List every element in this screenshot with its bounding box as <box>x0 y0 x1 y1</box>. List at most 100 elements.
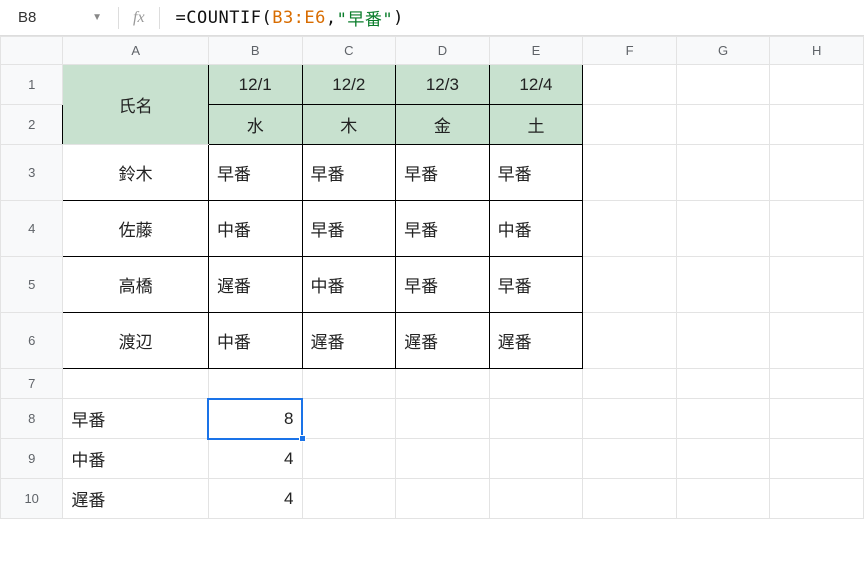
row-header-1[interactable]: 1 <box>1 65 63 105</box>
cell-B3[interactable]: 早番 <box>208 145 302 201</box>
cell-H10[interactable] <box>770 479 864 519</box>
cell-A5[interactable]: 高橋 <box>63 257 209 313</box>
cell-F1[interactable] <box>583 65 677 105</box>
col-header-A[interactable]: A <box>63 37 209 65</box>
cell-F8[interactable] <box>583 399 677 439</box>
col-header-G[interactable]: G <box>676 37 770 65</box>
cell-E4[interactable]: 中番 <box>489 201 583 257</box>
cell-H3[interactable] <box>770 145 864 201</box>
cell-B10[interactable]: 4 <box>208 479 302 519</box>
cell-E3[interactable]: 早番 <box>489 145 583 201</box>
cell-F4[interactable] <box>583 201 677 257</box>
cell-E9[interactable] <box>489 439 583 479</box>
cell-E1[interactable]: 12/4 <box>489 65 583 105</box>
cell-B5[interactable]: 遅番 <box>208 257 302 313</box>
cell-E6[interactable]: 遅番 <box>489 313 583 369</box>
cell-F5[interactable] <box>583 257 677 313</box>
row-header-7[interactable]: 7 <box>1 369 63 399</box>
cell-G9[interactable] <box>676 439 770 479</box>
cell-H4[interactable] <box>770 201 864 257</box>
col-header-H[interactable]: H <box>770 37 864 65</box>
row-header-10[interactable]: 10 <box>1 479 63 519</box>
cell-A6[interactable]: 渡辺 <box>63 313 209 369</box>
cell-B1[interactable]: 12/1 <box>208 65 302 105</box>
cell-H1[interactable] <box>770 65 864 105</box>
cell-C5[interactable]: 中番 <box>302 257 396 313</box>
cell-E7[interactable] <box>489 369 583 399</box>
cell-D3[interactable]: 早番 <box>396 145 490 201</box>
formula-input[interactable]: =COUNTIF(B3:E6,"早番") <box>170 5 856 31</box>
col-header-B[interactable]: B <box>208 37 302 65</box>
cell-H9[interactable] <box>770 439 864 479</box>
cell-D2[interactable]: 金 <box>396 105 490 145</box>
cell-C8[interactable] <box>302 399 396 439</box>
cell-B4[interactable]: 中番 <box>208 201 302 257</box>
cell-D10[interactable] <box>396 479 490 519</box>
cell-D1[interactable]: 12/3 <box>396 65 490 105</box>
cell-A1[interactable]: 氏名 <box>63 65 209 145</box>
cell-B7[interactable] <box>208 369 302 399</box>
cell-G7[interactable] <box>676 369 770 399</box>
row-header-9[interactable]: 9 <box>1 439 63 479</box>
row-header-8[interactable]: 8 <box>1 399 63 439</box>
col-header-E[interactable]: E <box>489 37 583 65</box>
cell-B9[interactable]: 4 <box>208 439 302 479</box>
cell-E2[interactable]: 土 <box>489 105 583 145</box>
col-header-D[interactable]: D <box>396 37 490 65</box>
row-header-6[interactable]: 6 <box>1 313 63 369</box>
cell-G8[interactable] <box>676 399 770 439</box>
row-header-4[interactable]: 4 <box>1 201 63 257</box>
cell-G5[interactable] <box>676 257 770 313</box>
col-header-F[interactable]: F <box>583 37 677 65</box>
cell-F9[interactable] <box>583 439 677 479</box>
row-header-5[interactable]: 5 <box>1 257 63 313</box>
cell-G3[interactable] <box>676 145 770 201</box>
cell-D6[interactable]: 遅番 <box>396 313 490 369</box>
spreadsheet-grid[interactable]: A B C D E F G H 1 氏名 12/1 12/2 12/3 12/4… <box>0 36 864 519</box>
cell-A9[interactable]: 中番 <box>63 439 209 479</box>
cell-H2[interactable] <box>770 105 864 145</box>
cell-C6[interactable]: 遅番 <box>302 313 396 369</box>
cell-H7[interactable] <box>770 369 864 399</box>
cell-D9[interactable] <box>396 439 490 479</box>
cell-E8[interactable] <box>489 399 583 439</box>
row-header-2[interactable]: 2 <box>1 105 63 145</box>
cell-F7[interactable] <box>583 369 677 399</box>
cell-C7[interactable] <box>302 369 396 399</box>
cell-D4[interactable]: 早番 <box>396 201 490 257</box>
cell-D7[interactable] <box>396 369 490 399</box>
cell-H6[interactable] <box>770 313 864 369</box>
cell-G2[interactable] <box>676 105 770 145</box>
cell-F3[interactable] <box>583 145 677 201</box>
cell-G4[interactable] <box>676 201 770 257</box>
cell-C9[interactable] <box>302 439 396 479</box>
col-header-C[interactable]: C <box>302 37 396 65</box>
cell-B6[interactable]: 中番 <box>208 313 302 369</box>
row-header-3[interactable]: 3 <box>1 145 63 201</box>
cell-D5[interactable]: 早番 <box>396 257 490 313</box>
cell-C10[interactable] <box>302 479 396 519</box>
cell-F2[interactable] <box>583 105 677 145</box>
cell-C3[interactable]: 早番 <box>302 145 396 201</box>
cell-G1[interactable] <box>676 65 770 105</box>
cell-F10[interactable] <box>583 479 677 519</box>
cell-G6[interactable] <box>676 313 770 369</box>
cell-C1[interactable]: 12/2 <box>302 65 396 105</box>
cell-F6[interactable] <box>583 313 677 369</box>
fx-icon[interactable]: fx <box>129 9 149 27</box>
name-box[interactable]: B8 ▼ <box>8 5 108 31</box>
selection-fill-handle[interactable] <box>299 435 306 442</box>
cell-B2[interactable]: 水 <box>208 105 302 145</box>
cell-D8[interactable] <box>396 399 490 439</box>
cell-A10[interactable]: 遅番 <box>63 479 209 519</box>
cell-A8[interactable]: 早番 <box>63 399 209 439</box>
cell-E5[interactable]: 早番 <box>489 257 583 313</box>
cell-A7[interactable] <box>63 369 209 399</box>
cell-C4[interactable]: 早番 <box>302 201 396 257</box>
name-box-dropdown-icon[interactable]: ▼ <box>92 12 102 23</box>
select-all-corner[interactable] <box>1 37 63 65</box>
cell-A3[interactable]: 鈴木 <box>63 145 209 201</box>
cell-B8[interactable]: 8 <box>208 399 302 439</box>
cell-E10[interactable] <box>489 479 583 519</box>
cell-G10[interactable] <box>676 479 770 519</box>
